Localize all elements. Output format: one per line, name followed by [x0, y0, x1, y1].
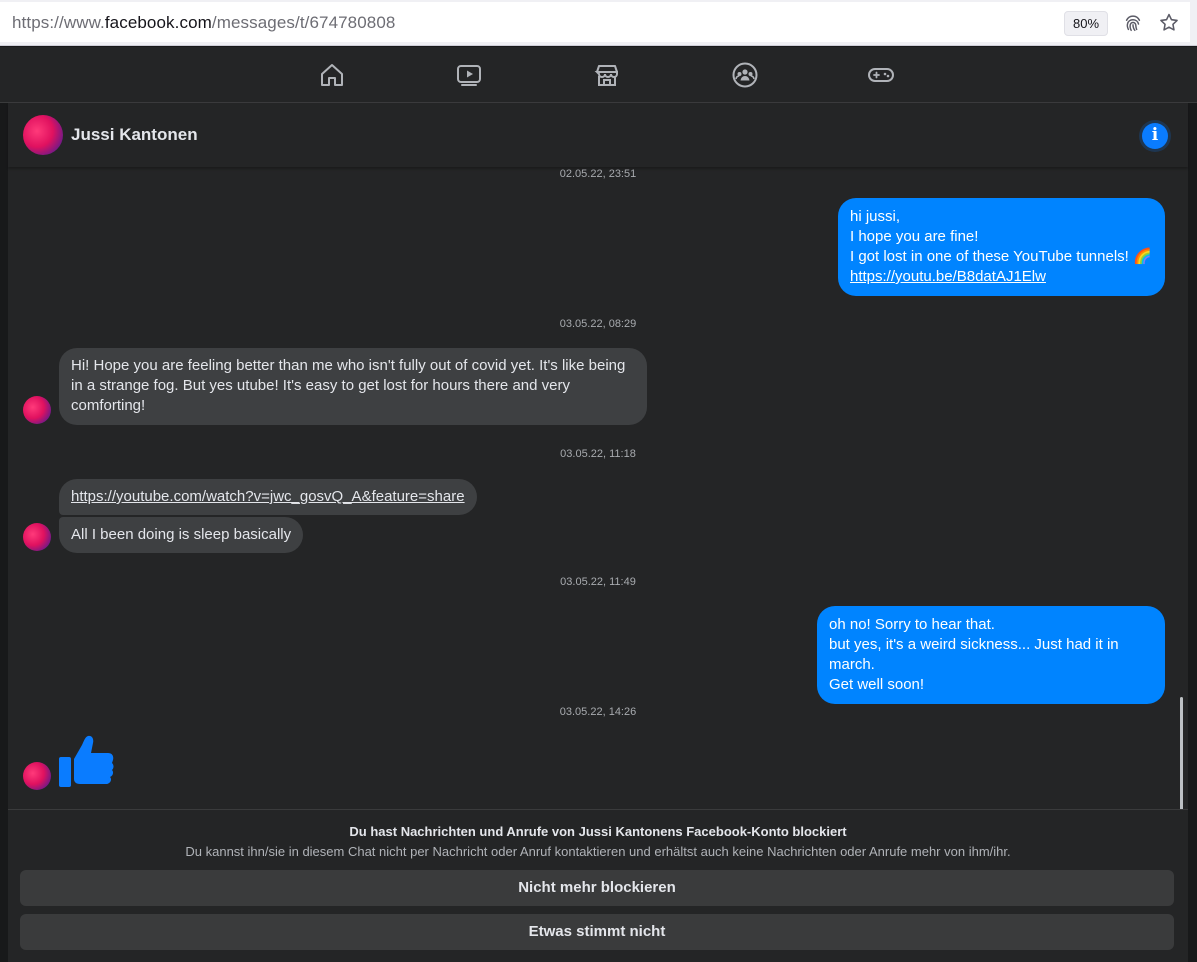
contact-avatar-small[interactable] — [23, 523, 51, 551]
scrollbar[interactable] — [1180, 697, 1183, 809]
home-icon[interactable] — [318, 61, 346, 89]
message-timestamp: 03.05.22, 11:49 — [560, 576, 636, 588]
message-line: but yes, it's a weird sickness... Just h… — [829, 636, 1119, 673]
gaming-icon[interactable] — [867, 61, 895, 89]
message-link[interactable]: https://youtube.com/watch?v=jwc_gosvQ_A&… — [71, 488, 465, 505]
fingerprint-icon[interactable] — [1122, 12, 1144, 34]
message-line: hi jussi, — [850, 208, 901, 225]
report-problem-button[interactable]: Etwas stimmt nicht — [20, 914, 1174, 950]
message-link[interactable]: https://youtu.be/B8datAJ1Elw — [850, 268, 1046, 285]
incoming-link-message[interactable]: https://youtube.com/watch?v=jwc_gosvQ_A&… — [59, 479, 477, 515]
outgoing-message[interactable]: hi jussi, I hope you are fine! I got los… — [838, 198, 1165, 296]
contact-avatar-small[interactable] — [23, 396, 51, 424]
incoming-message[interactable]: All I been doing is sleep basically — [59, 517, 304, 553]
unblock-button[interactable]: Nicht mehr blockieren — [20, 870, 1174, 906]
message-list[interactable]: 02.05.22, 23:51 hi jussi, I hope you are… — [8, 167, 1188, 809]
url-text[interactable]: https://www.facebook.com/messages/t/6747… — [12, 13, 395, 33]
contact-avatar[interactable] — [23, 115, 63, 155]
message-line: I hope you are fine! — [850, 228, 979, 245]
groups-icon[interactable] — [731, 61, 759, 89]
bookmark-star-icon[interactable] — [1158, 12, 1180, 34]
info-icon: i — [1151, 125, 1159, 145]
message-line: Get well soon! — [829, 676, 925, 693]
blocked-subtitle: Du kannst ihn/sie in diesem Chat nicht p… — [185, 844, 1011, 859]
incoming-message[interactable]: Hi! Hope you are feeling better than me … — [59, 348, 647, 425]
contact-avatar-small[interactable] — [23, 762, 51, 790]
chat-window: Jussi Kantonen i 02.05.22, 23:51 hi juss… — [8, 103, 1188, 962]
watch-icon[interactable] — [455, 61, 483, 89]
message-timestamp: 03.05.22, 14:26 — [559, 706, 637, 718]
blocked-title: Du hast Nachrichten und Anrufe von Jussi… — [349, 824, 847, 839]
outgoing-message[interactable]: oh no! Sorry to hear that. but yes, it's… — [817, 606, 1165, 704]
facebook-top-nav — [0, 47, 1197, 103]
thumbs-up-icon[interactable] — [58, 733, 114, 789]
marketplace-icon[interactable] — [593, 61, 621, 89]
chat-header: Jussi Kantonen i — [8, 103, 1188, 167]
address-bar[interactable]: https://www.facebook.com/messages/t/6747… — [0, 2, 1190, 42]
blocked-notice: Du hast Nachrichten und Anrufe von Jussi… — [8, 809, 1188, 962]
zoom-level-badge[interactable]: 80% — [1064, 11, 1108, 36]
contact-name[interactable]: Jussi Kantonen — [71, 125, 198, 145]
browser-toolbar: https://www.facebook.com/messages/t/6747… — [0, 0, 1197, 46]
message-line: oh no! Sorry to hear that. — [829, 616, 995, 633]
message-line: I got lost in one of these YouTube tunne… — [850, 248, 1152, 265]
message-timestamp: 03.05.22, 08:29 — [559, 318, 637, 330]
info-button[interactable]: i — [1139, 120, 1171, 152]
message-timestamp: 03.05.22, 11:18 — [560, 448, 636, 460]
message-timestamp: 02.05.22, 23:51 — [559, 168, 637, 180]
